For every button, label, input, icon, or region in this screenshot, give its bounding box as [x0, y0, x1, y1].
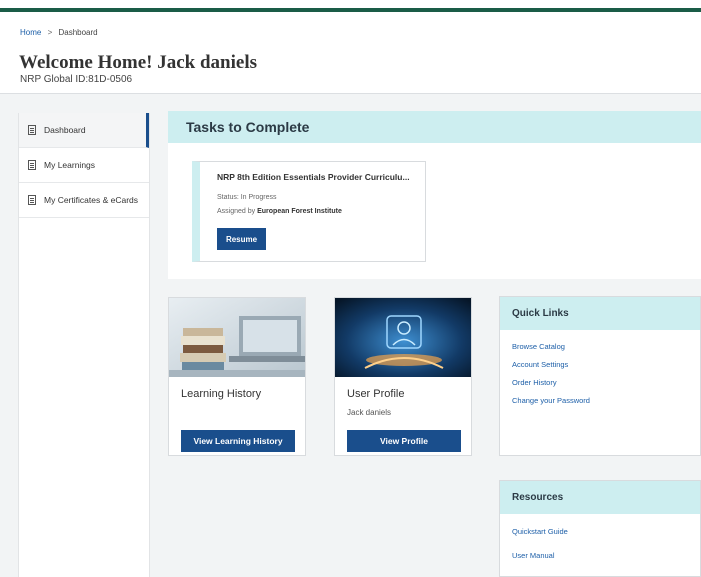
link-quickstart-guide[interactable]: Quickstart Guide [500, 527, 700, 536]
quick-links-panel: Quick Links Browse Catalog Account Setti… [499, 296, 701, 456]
link-order-history[interactable]: Order History [500, 378, 700, 387]
resources-panel: Resources Quickstart Guide User Manual [499, 480, 701, 577]
sidebar-item-dashboard[interactable]: Dashboard [19, 113, 149, 148]
document-icon [28, 160, 36, 170]
view-profile-button[interactable]: View Profile [347, 430, 461, 452]
assigned-prefix: Assigned by [217, 208, 256, 215]
link-browse-catalog[interactable]: Browse Catalog [500, 342, 700, 351]
task-status: Status: In Progress [217, 194, 277, 201]
user-profile-name: Jack daniels [347, 408, 392, 417]
learning-history-image [169, 298, 305, 377]
user-profile-title: User Profile [347, 388, 405, 400]
sidebar: Dashboard My Learnings My Certificates &… [18, 113, 150, 577]
resources-heading: Resources [500, 481, 700, 514]
link-account-settings[interactable]: Account Settings [500, 360, 700, 369]
page-header: Home > Dashboard Welcome Home! Jack dani… [0, 12, 701, 94]
breadcrumb-home[interactable]: Home [20, 28, 41, 37]
top-strip [0, 0, 701, 8]
document-icon [28, 125, 36, 135]
global-id: NRP Global ID:81D-0506 [20, 74, 133, 85]
sidebar-item-certificates[interactable]: My Certificates & eCards [19, 183, 149, 218]
quick-links-heading: Quick Links [500, 297, 700, 330]
breadcrumb-current: Dashboard [58, 28, 98, 37]
link-change-password[interactable]: Change your Password [500, 396, 700, 405]
view-learning-history-button[interactable]: View Learning History [181, 430, 295, 452]
task-assigned: Assigned by European Forest Institute [217, 208, 342, 215]
sidebar-item-label: My Learnings [44, 160, 96, 170]
user-profile-image [335, 298, 471, 377]
tasks-section: Tasks to Complete NRP 8th Edition Essent… [168, 111, 701, 279]
sidebar-item-my-learnings[interactable]: My Learnings [19, 148, 149, 183]
assigned-by: European Forest Institute [257, 208, 342, 215]
document-icon [28, 195, 36, 205]
breadcrumb: Home > Dashboard [20, 28, 98, 37]
task-card: NRP 8th Edition Essentials Provider Curr… [192, 161, 426, 262]
link-user-manual[interactable]: User Manual [500, 551, 700, 560]
learning-history-card: Learning History View Learning History [168, 297, 306, 456]
breadcrumb-separator: > [47, 28, 53, 37]
page-title: Welcome Home! Jack daniels [19, 52, 257, 73]
task-title[interactable]: NRP 8th Edition Essentials Provider Curr… [217, 172, 410, 182]
resume-button[interactable]: Resume [217, 228, 266, 250]
tasks-heading: Tasks to Complete [168, 111, 701, 143]
learning-history-title: Learning History [181, 388, 262, 400]
sidebar-item-label: My Certificates & eCards [44, 195, 138, 205]
user-profile-card: User Profile Jack daniels View Profile [334, 297, 472, 456]
sidebar-item-label: Dashboard [44, 125, 86, 135]
